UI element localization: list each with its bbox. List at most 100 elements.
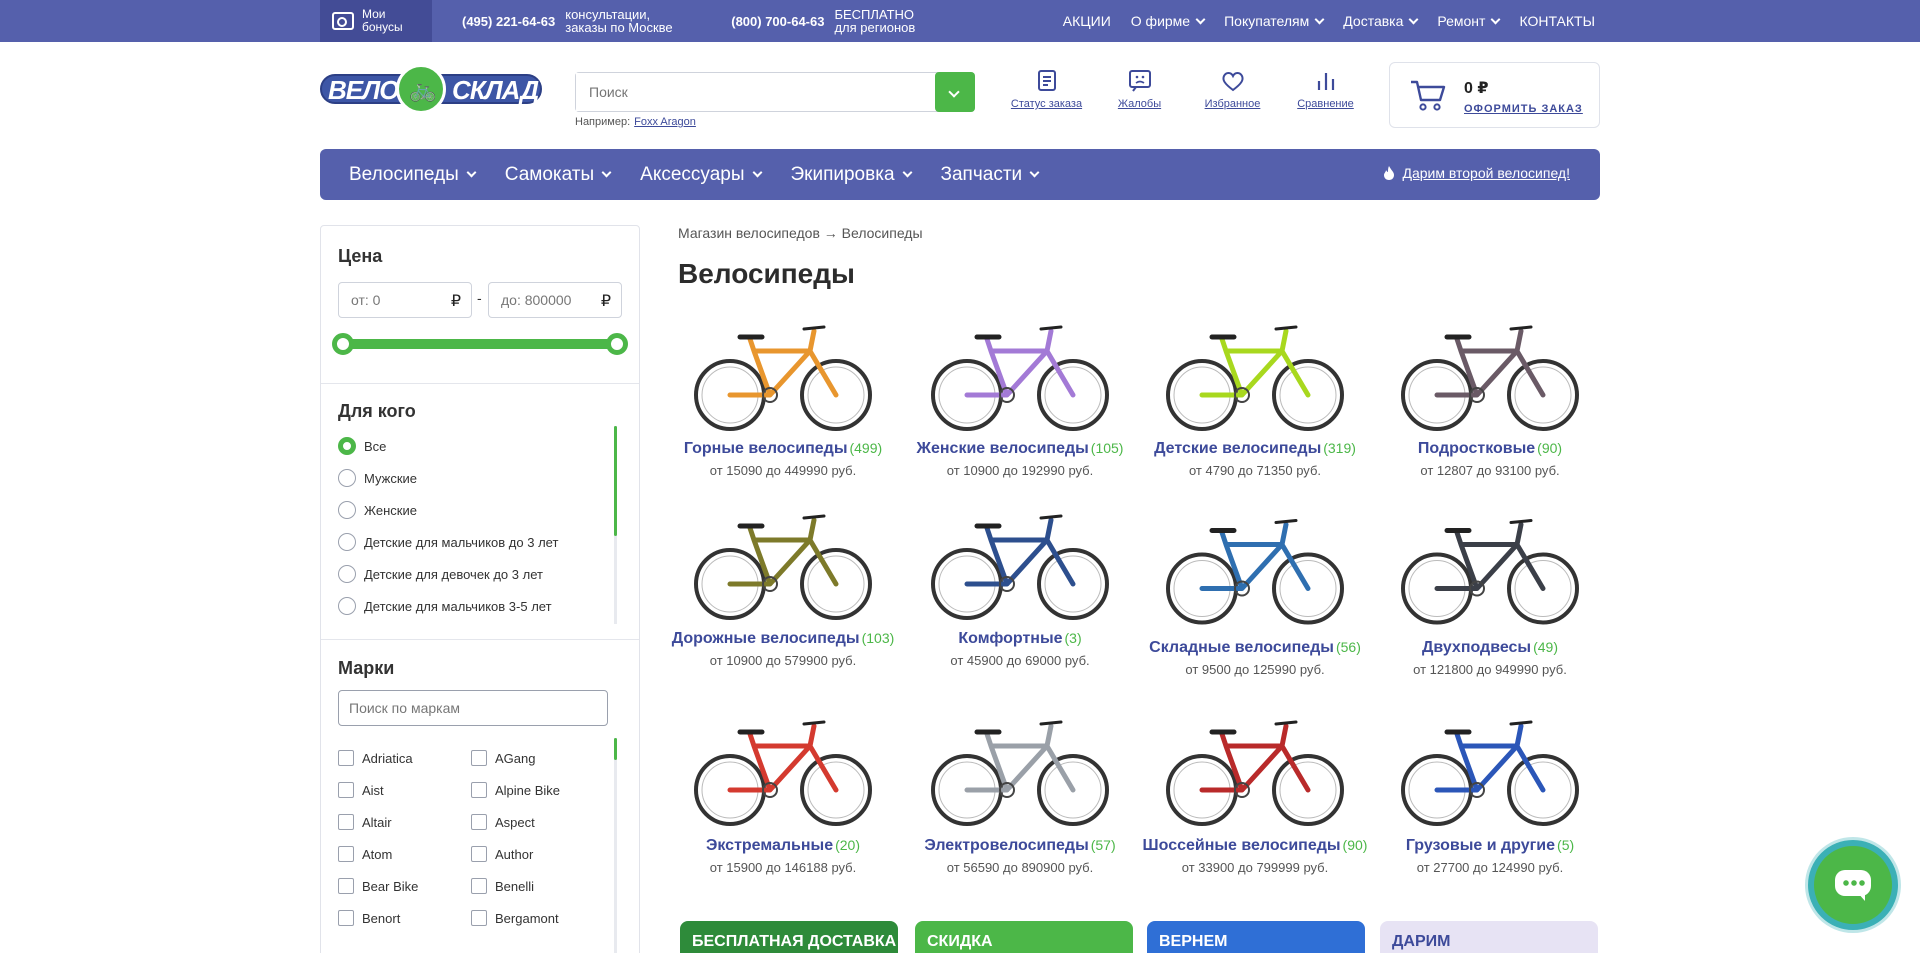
site-logo[interactable]: ВЕЛО СКЛАД <box>320 62 542 114</box>
category-name-text[interactable]: Горные велосипеды <box>684 440 848 457</box>
price-range-slider[interactable] <box>332 333 628 355</box>
who-option-boys-0-3[interactable]: Детские для мальчиков до 3 лет <box>338 533 558 551</box>
brand-checkbox[interactable]: Benort <box>338 910 400 926</box>
category-image[interactable] <box>1370 500 1610 633</box>
who-scrollbar[interactable] <box>614 426 617 536</box>
phone-number[interactable]: (495) 221-64-63 <box>462 14 555 29</box>
brand-checkbox[interactable]: Author <box>471 846 533 862</box>
category-card[interactable]: Дорожные велосипеды (103) от 10900 до 5799… <box>663 500 903 668</box>
main-nav-bicycles[interactable]: Велосипеды <box>320 164 477 186</box>
category-name-text[interactable]: Двухподвесы <box>1422 639 1531 656</box>
brand-checkbox[interactable]: Adriatica <box>338 750 413 766</box>
category-name-text[interactable]: Электровелосипеды <box>924 837 1088 854</box>
category-name[interactable]: Складные велосипеды (56) <box>1135 639 1375 657</box>
cart-widget[interactable]: 0 ₽ ОФОРМИТЬ ЗАКАЗ <box>1389 62 1600 128</box>
bicycle-image[interactable] <box>688 312 878 434</box>
category-name[interactable]: Женские велосипеды (105) <box>900 440 1140 458</box>
who-option-all[interactable]: Все <box>338 437 386 455</box>
bicycle-image[interactable] <box>925 312 1115 434</box>
brand-checkbox[interactable]: Aist <box>338 782 384 798</box>
category-image[interactable] <box>1370 705 1610 831</box>
category-image[interactable] <box>1135 500 1375 633</box>
brand-checkbox[interactable]: Altair <box>338 814 392 830</box>
category-card[interactable]: Шоссейные велосипеды (90) от 33900 до 7999… <box>1135 705 1375 875</box>
checkbox[interactable] <box>338 910 354 926</box>
phone-moscow[interactable]: (495) 221-64-63 консультации, заказы по … <box>462 8 683 34</box>
category-name-text[interactable]: Экстремальные <box>706 837 833 854</box>
checkbox[interactable] <box>471 814 487 830</box>
top-nav-contacts[interactable]: КОНТАКТЫ <box>1519 13 1595 29</box>
bicycle-image[interactable] <box>1395 500 1585 633</box>
category-name-text[interactable]: Детские велосипеды <box>1154 440 1321 457</box>
top-nav-repair[interactable]: Ремонт <box>1437 13 1501 29</box>
category-name[interactable]: Детские велосипеды (319) <box>1135 440 1375 458</box>
category-image[interactable] <box>1135 312 1375 434</box>
brand-checkbox[interactable]: Bear Bike <box>338 878 418 894</box>
checkbox[interactable] <box>471 846 487 862</box>
bicycle-image[interactable] <box>925 705 1115 831</box>
category-name-text[interactable]: Шоссейные велосипеды <box>1143 837 1341 854</box>
category-name-text[interactable]: Подростковые <box>1418 440 1535 457</box>
category-name-text[interactable]: Дорожные велосипеды <box>672 630 860 647</box>
phone-number[interactable]: (800) 700-64-63 <box>731 14 824 29</box>
brand-search-input[interactable]: Поиск по маркам <box>338 690 608 726</box>
promo-banner[interactable]: СКИДКА <box>915 921 1133 953</box>
search-dropdown-button[interactable] <box>935 72 975 112</box>
price-from-input[interactable]: от: 0 ₽ <box>338 282 472 318</box>
brands-scrollbar[interactable] <box>614 738 617 760</box>
compare-link[interactable]: Сравнение <box>1279 70 1372 110</box>
category-name[interactable]: Экстремальные (20) <box>663 837 903 855</box>
brand-checkbox[interactable]: Benelli <box>471 878 534 894</box>
bicycle-image[interactable] <box>1160 500 1350 633</box>
checkbox[interactable] <box>471 878 487 894</box>
category-name[interactable]: Шоссейные велосипеды (90) <box>1135 837 1375 855</box>
category-name-text[interactable]: Комфортные <box>958 630 1062 647</box>
category-image[interactable] <box>900 312 1140 434</box>
brands-scroll-track[interactable] <box>614 738 617 953</box>
checkbox[interactable] <box>338 814 354 830</box>
main-nav-scooters[interactable]: Самокаты <box>475 164 612 186</box>
top-nav-delivery[interactable]: Доставка <box>1343 13 1419 29</box>
my-bonuses-link[interactable]: Мои бонусы <box>320 0 432 42</box>
category-name[interactable]: Подростковые (90) <box>1370 440 1610 458</box>
brand-checkbox[interactable]: Aspect <box>471 814 535 830</box>
bicycle-image[interactable] <box>1395 705 1585 831</box>
category-card[interactable]: Детские велосипеды (319) от 4790 до 71350 … <box>1135 312 1375 478</box>
search-example-link[interactable]: Foxx Aragon <box>634 116 696 128</box>
checkbox[interactable] <box>338 878 354 894</box>
complaints-link[interactable]: Жалобы <box>1093 70 1186 110</box>
main-nav-parts[interactable]: Запчасти <box>911 164 1040 186</box>
checkbox[interactable] <box>338 846 354 862</box>
category-name[interactable]: Грузовые и другие (5) <box>1370 837 1610 855</box>
radio[interactable] <box>338 597 356 615</box>
main-nav-equipment[interactable]: Экипировка <box>761 164 912 186</box>
who-option-men[interactable]: Мужские <box>338 469 417 487</box>
category-image[interactable] <box>1135 705 1375 831</box>
category-image[interactable] <box>1370 312 1610 434</box>
category-card[interactable]: Горные велосипеды (499) от 15090 до 449990… <box>663 312 903 478</box>
order-status-link[interactable]: Статус заказа <box>1000 70 1093 110</box>
checkbox[interactable] <box>471 782 487 798</box>
promo-banner[interactable]: БЕСПЛАТНАЯ ДОСТАВКА <box>680 921 898 953</box>
category-name[interactable]: Комфортные (3) <box>900 630 1140 648</box>
category-card[interactable]: Двухподвесы (49) от 121800 до 949990 руб. <box>1370 500 1610 677</box>
bicycle-image[interactable] <box>1160 312 1350 434</box>
category-name-text[interactable]: Грузовые и другие <box>1406 837 1555 854</box>
radio[interactable] <box>338 533 356 551</box>
radio-checked[interactable] <box>338 437 356 455</box>
who-option-women[interactable]: Женские <box>338 501 417 519</box>
checkout-link[interactable]: ОФОРМИТЬ ЗАКАЗ <box>1464 103 1583 115</box>
top-nav-company[interactable]: О фирме <box>1131 13 1206 29</box>
category-name[interactable]: Горные велосипеды (499) <box>663 440 903 458</box>
brand-checkbox[interactable]: AGang <box>471 750 535 766</box>
bicycle-image[interactable] <box>688 705 878 831</box>
checkbox[interactable] <box>471 910 487 926</box>
category-card[interactable]: Электровелосипеды (57) от 56590 до 890900 … <box>900 705 1140 875</box>
who-option-boys-3-5[interactable]: Детские для мальчиков 3-5 лет <box>338 597 552 615</box>
checkbox[interactable] <box>338 750 354 766</box>
price-min-handle[interactable] <box>332 333 354 355</box>
phone-regions[interactable]: (800) 700-64-63 БЕСПЛАТНО для регионов <box>731 8 924 34</box>
bicycle-image[interactable] <box>688 500 878 624</box>
radio[interactable] <box>338 565 356 583</box>
favorites-link[interactable]: Избранное <box>1186 70 1279 110</box>
